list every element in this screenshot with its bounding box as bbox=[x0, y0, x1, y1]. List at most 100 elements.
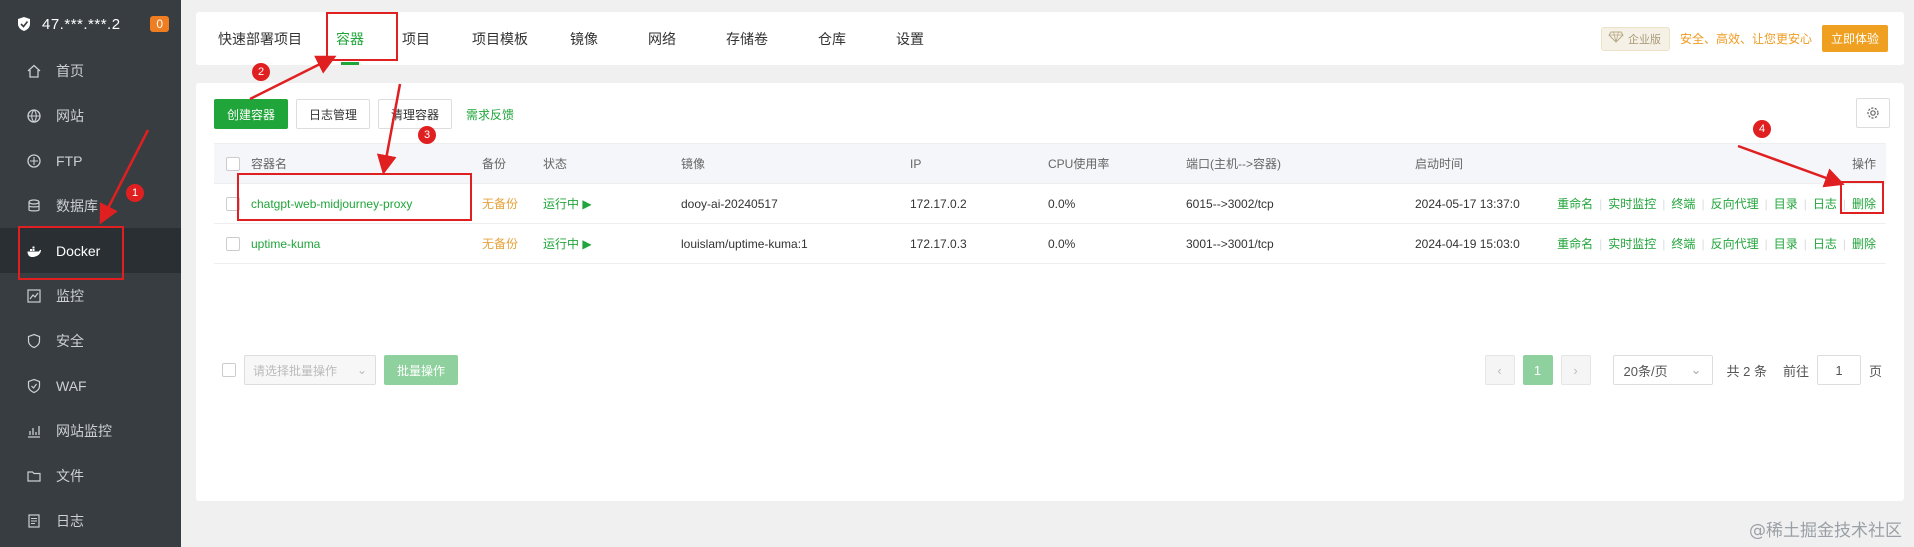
col-cpu: CPU使用率 bbox=[1048, 143, 1186, 184]
goto-label: 前往 bbox=[1782, 363, 1809, 379]
run-status[interactable]: 运行中 ▶ bbox=[543, 183, 681, 224]
ip-address: 172.17.0.2 bbox=[910, 183, 1048, 224]
chart-icon bbox=[28, 425, 40, 438]
rename-action[interactable]: 重命名 bbox=[1557, 237, 1593, 251]
log-management-button[interactable]: 日志管理 bbox=[296, 99, 371, 129]
live-monitor-action[interactable]: 实时监控 bbox=[1608, 197, 1656, 211]
annotation-box-container-name bbox=[237, 173, 472, 221]
sidebar-item-waf[interactable]: WAF bbox=[0, 363, 181, 408]
tab-quick-deploy[interactable]: 快速部署项目 bbox=[196, 12, 314, 65]
sidebar-item-label: 网站监控 bbox=[56, 422, 112, 439]
feedback-link[interactable]: 需求反馈 bbox=[466, 106, 514, 123]
next-page-button[interactable]: › bbox=[1560, 355, 1591, 385]
current-page[interactable]: 1 bbox=[1522, 355, 1553, 385]
row-actions: 重命名 | 实时监控 | 终端 | 反向代理 | 目录 | 日志 | 删除 bbox=[1535, 183, 1886, 224]
sidebar-item-website[interactable]: 网站 bbox=[0, 93, 181, 138]
docker-tab-bar: 快速部署项目 容器 项目 项目模板 镜像 网络 存储卷 仓库 设置 企业版 安全… bbox=[196, 12, 1904, 65]
reverse-proxy-action[interactable]: 反向代理 bbox=[1711, 197, 1759, 211]
page-size-value: 20条/页 bbox=[1623, 363, 1668, 379]
sidebar-item-label: 首页 bbox=[56, 62, 84, 79]
notification-count-badge[interactable]: 0 bbox=[150, 16, 169, 32]
log-icon bbox=[28, 513, 40, 528]
sidebar-item-site-monitor[interactable]: 网站监控 bbox=[0, 408, 181, 453]
tab-registry[interactable]: 仓库 bbox=[806, 12, 858, 65]
container-name-link[interactable]: uptime-kuma bbox=[251, 223, 482, 264]
col-status: 状态 bbox=[543, 143, 681, 184]
reverse-proxy-action[interactable]: 反向代理 bbox=[1711, 237, 1759, 251]
pagination: ‹ 1 › 20条/页 ⌄ 共 2 条 前往 1 页 bbox=[1484, 355, 1882, 385]
diamond-icon bbox=[1608, 31, 1624, 43]
tab-project-templates[interactable]: 项目模板 bbox=[460, 12, 540, 65]
enterprise-promo: 企业版 安全、高效、让您更安心 立即体验 bbox=[1600, 25, 1888, 52]
promo-text[interactable]: 安全、高效、让您更安心 bbox=[1680, 30, 1812, 47]
container-toolbar: 创建容器 日志管理 清理容器 需求反馈 bbox=[214, 99, 514, 129]
annotation-box-delete bbox=[1840, 181, 1884, 214]
clean-containers-button[interactable]: 清理容器 bbox=[378, 99, 453, 129]
prev-page-button[interactable]: ‹ bbox=[1484, 355, 1515, 385]
live-monitor-action[interactable]: 实时监控 bbox=[1608, 237, 1656, 251]
goto-page-input[interactable]: 1 bbox=[1816, 355, 1861, 385]
batch-operation-button[interactable]: 批量操作 bbox=[384, 355, 459, 385]
batch-select-checkbox[interactable] bbox=[222, 363, 236, 377]
enterprise-badge: 企业版 bbox=[1600, 26, 1670, 51]
total-count: 共 2 条 bbox=[1726, 363, 1767, 379]
create-container-button[interactable]: 创建容器 bbox=[214, 99, 289, 129]
log-action[interactable]: 日志 bbox=[1813, 197, 1837, 211]
annotation-marker-3: 3 bbox=[418, 126, 436, 144]
rename-action[interactable]: 重命名 bbox=[1557, 197, 1593, 211]
folder-icon bbox=[27, 470, 41, 482]
terminal-action[interactable]: 终端 bbox=[1671, 237, 1695, 251]
port-mapping: 6015-->3002/tcp bbox=[1186, 183, 1415, 224]
image-name: louislam/uptime-kuma:1 bbox=[681, 223, 910, 264]
tab-images[interactable]: 镜像 bbox=[558, 12, 610, 65]
directory-action[interactable]: 目录 bbox=[1774, 197, 1798, 211]
waf-icon bbox=[27, 378, 41, 393]
enterprise-badge-label: 企业版 bbox=[1627, 33, 1661, 46]
col-image: 镜像 bbox=[681, 143, 910, 184]
server-shield-icon bbox=[18, 17, 30, 31]
sidebar-item-label: WAF bbox=[56, 377, 87, 394]
directory-action[interactable]: 目录 bbox=[1774, 237, 1798, 251]
chevron-down-icon: ⌄ bbox=[356, 363, 367, 377]
port-mapping: 3001-->3001/tcp bbox=[1186, 223, 1415, 264]
col-start-time: 启动时间 bbox=[1415, 143, 1535, 184]
page-size-select[interactable]: 20条/页 ⌄ bbox=[1612, 355, 1713, 385]
tab-settings[interactable]: 设置 bbox=[884, 12, 936, 65]
sidebar-item-label: 数据库 bbox=[56, 197, 98, 214]
select-all-checkbox[interactable] bbox=[226, 156, 240, 171]
row-actions: 重命名 | 实时监控 | 终端 | 反向代理 | 目录 | 日志 | 删除 bbox=[1535, 223, 1886, 264]
gear-icon bbox=[1867, 107, 1879, 119]
backup-status[interactable]: 无备份 bbox=[482, 223, 543, 264]
sidebar-item-logs[interactable]: 日志 bbox=[0, 498, 181, 543]
page-unit: 页 bbox=[1868, 363, 1882, 379]
database-icon bbox=[28, 198, 40, 211]
ftp-icon bbox=[27, 153, 41, 168]
terminal-action[interactable]: 终端 bbox=[1671, 197, 1695, 211]
backup-status[interactable]: 无备份 bbox=[482, 183, 543, 224]
server-ip: 47.***.***.2 bbox=[42, 15, 121, 33]
log-action[interactable]: 日志 bbox=[1813, 237, 1837, 251]
sidebar-item-security[interactable]: 安全 bbox=[0, 318, 181, 363]
image-name: dooy-ai-20240517 bbox=[681, 183, 910, 224]
delete-action[interactable]: 删除 bbox=[1852, 237, 1876, 251]
annotation-box-containers-tab bbox=[326, 12, 398, 61]
sidebar-item-label: 文件 bbox=[56, 467, 84, 484]
tab-volumes[interactable]: 存储卷 bbox=[714, 12, 780, 65]
table-settings-button[interactable] bbox=[1856, 98, 1890, 128]
run-status[interactable]: 运行中 ▶ bbox=[543, 223, 681, 264]
sidebar-item-label: 日志 bbox=[56, 512, 84, 529]
batch-operation-select[interactable]: 请选择批量操作 ⌄ bbox=[244, 355, 376, 385]
sidebar-item-ftp[interactable]: FTP bbox=[0, 138, 181, 183]
watermark: @稀土掘金技术社区 bbox=[1749, 521, 1902, 541]
home-icon bbox=[27, 64, 41, 78]
tab-networks[interactable]: 网络 bbox=[636, 12, 688, 65]
col-ip: IP bbox=[910, 143, 1048, 184]
row-checkbox[interactable] bbox=[226, 236, 240, 251]
sidebar-item-database[interactable]: 数据库 bbox=[0, 183, 181, 228]
sidebar-item-files[interactable]: 文件 bbox=[0, 453, 181, 498]
server-header[interactable]: 47.***.***.2 0 bbox=[0, 0, 181, 48]
annotation-marker-1: 1 bbox=[126, 184, 144, 202]
try-now-button[interactable]: 立即体验 bbox=[1821, 25, 1888, 52]
sidebar-item-home[interactable]: 首页 bbox=[0, 48, 181, 93]
annotation-marker-4: 4 bbox=[1753, 120, 1771, 138]
